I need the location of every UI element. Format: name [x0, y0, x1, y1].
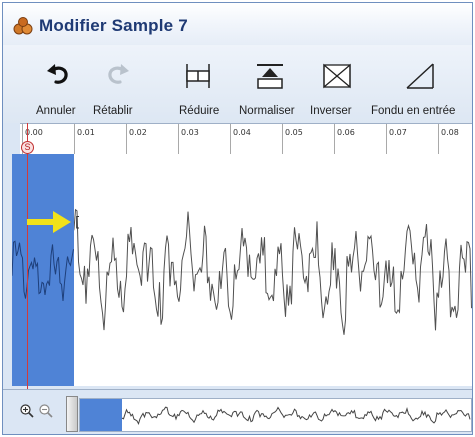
ruler-tick-label: 0.08 [441, 128, 459, 137]
invert-button[interactable]: Inverser [310, 45, 364, 123]
ruler-tick-label: 0.05 [285, 128, 303, 137]
ruler-tick-label: 0.03 [181, 128, 199, 137]
fade-in-button[interactable]: Fondu en entrée [369, 45, 472, 123]
zoom-slider-handle[interactable] [66, 396, 78, 432]
undo-button[interactable]: Annuler [33, 45, 83, 123]
zoom-out-icon[interactable] [39, 404, 53, 418]
playback-cursor[interactable] [27, 123, 28, 433]
waveform-editor[interactable] [19, 154, 472, 386]
ruler-tick-label: 0.04 [233, 128, 251, 137]
ruler-tick-label: 0.01 [77, 128, 95, 137]
waveform-canvas [19, 208, 472, 343]
ruler-tick [334, 124, 335, 154]
overview-navigator [3, 389, 472, 434]
redo-icon [108, 64, 129, 84]
app-icon [13, 17, 33, 35]
ruler-tick-label: 0.07 [389, 128, 407, 137]
selection-wave [12, 240, 74, 302]
ruler-tick-label: 0.06 [337, 128, 355, 137]
ruler-tick [178, 124, 179, 154]
undo-label: Annuler [36, 105, 76, 117]
toolbar: Annuler Rétablir Réduire Normaliser Inve… [3, 45, 472, 123]
fade-in-icon [406, 63, 434, 89]
invert-icon [323, 63, 351, 89]
ruler-tick [282, 124, 283, 154]
start-marker[interactable]: S [21, 141, 34, 154]
ruler-tick [438, 124, 439, 154]
overview-visible-window[interactable] [80, 399, 122, 431]
ruler-tick [126, 124, 127, 154]
waveform-line [19, 208, 472, 343]
redo-button[interactable]: Rétablir [93, 45, 145, 123]
arrow-pointer-icon: [ [27, 211, 79, 233]
ruler-tick [386, 124, 387, 154]
normalize-icon [257, 64, 283, 89]
title-bar: Modifier Sample 7 [3, 3, 472, 46]
redo-label: Rétablir [93, 105, 133, 117]
invert-label: Inverser [310, 105, 352, 117]
ruler-tick-label: 0.02 [129, 128, 147, 137]
overview-track[interactable] [79, 398, 472, 432]
overview-waveform [79, 406, 471, 425]
normalize-button[interactable]: Normaliser [237, 45, 305, 123]
reduce-icon [186, 64, 210, 88]
ruler-tick [74, 124, 75, 154]
reduce-button[interactable]: Réduire [173, 45, 227, 123]
reduce-label: Réduire [179, 105, 220, 117]
undo-icon [47, 64, 68, 84]
svg-text:[: [ [73, 215, 79, 231]
normalize-label: Normaliser [239, 105, 295, 117]
fade-in-label: Fondu en entrée [371, 105, 456, 117]
modifier-sample-window: Modifier Sample 7 Annuler Rétablir Rédui… [2, 2, 473, 435]
ruler-tick [230, 124, 231, 154]
zoom-in-icon[interactable] [20, 404, 34, 418]
window-title: Modifier Sample 7 [39, 16, 188, 35]
time-ruler[interactable]: 0.00 0.01 0.02 0.03 0.04 0.05 0.06 0.07 … [20, 123, 472, 155]
